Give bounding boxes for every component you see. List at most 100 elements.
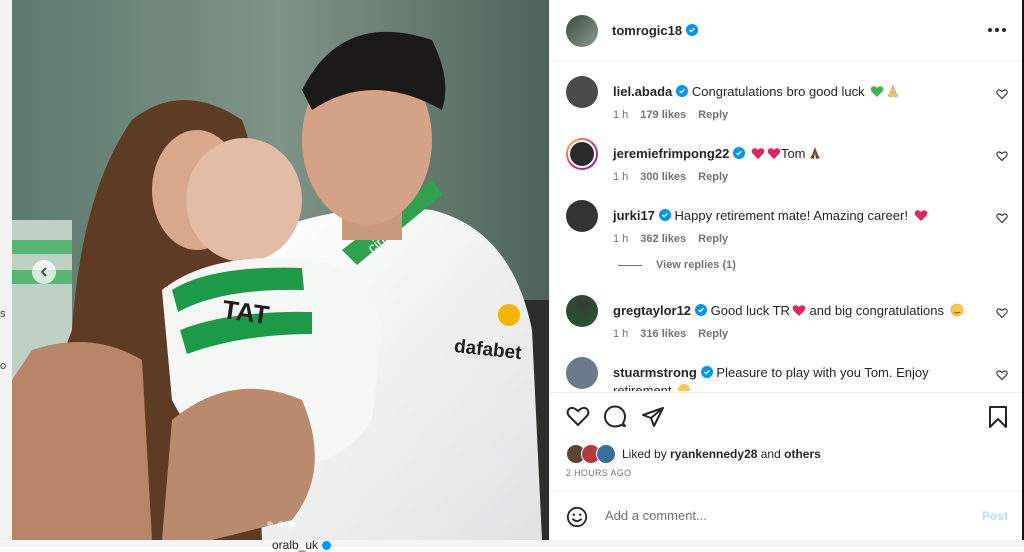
verified-badge-icon bbox=[658, 209, 671, 221]
reply-button[interactable]: Reply bbox=[698, 233, 728, 245]
comment-time[interactable]: 1 h bbox=[613, 171, 628, 183]
comment-time[interactable]: 1 h bbox=[613, 109, 628, 121]
comment-like-heart-icon[interactable] bbox=[996, 88, 1008, 100]
reply-button[interactable]: Reply bbox=[698, 171, 728, 183]
avatar[interactable] bbox=[566, 76, 598, 108]
post-image[interactable]: cinch dafabet TAT bbox=[12, 0, 549, 540]
comment-text: Tom bbox=[780, 146, 806, 161]
comment-time[interactable]: 1 h bbox=[613, 233, 628, 245]
comment-like-heart-icon[interactable] bbox=[996, 150, 1008, 162]
hugging-face-icon bbox=[678, 384, 691, 391]
comment-username[interactable]: jeremiefrimpong22 bbox=[613, 146, 729, 161]
comment-username[interactable]: gregtaylor12 bbox=[613, 303, 691, 318]
liked-by-middle: and bbox=[757, 447, 785, 461]
verified-badge-icon bbox=[322, 541, 332, 551]
comment-text: Congratulations bro good luck bbox=[691, 84, 869, 99]
background-text: s bbox=[0, 308, 6, 320]
carousel-prev-button[interactable] bbox=[32, 260, 56, 284]
comment-time[interactable]: 1 h bbox=[613, 328, 628, 340]
bookmark-icon[interactable] bbox=[988, 405, 1008, 429]
comment-like-heart-icon[interactable] bbox=[996, 369, 1008, 381]
folded-hands-icon bbox=[887, 84, 899, 98]
comment-likes[interactable]: 179 likes bbox=[640, 109, 686, 121]
comment-text: Happy retirement mate! Amazing career! bbox=[674, 208, 912, 223]
post-side-panel: tomrogic18 liel.abada Congratulations br… bbox=[549, 0, 1023, 540]
replies-divider bbox=[618, 264, 642, 266]
avatar-story-ring[interactable] bbox=[566, 138, 598, 170]
avatar[interactable] bbox=[566, 357, 598, 389]
liked-by: Liked by ryankennedy28 and others bbox=[566, 444, 821, 464]
verified-badge-icon bbox=[700, 366, 713, 378]
comment-like-heart-icon[interactable] bbox=[996, 307, 1008, 319]
carousel-indicator bbox=[267, 521, 295, 527]
comment-meta: 1 h 179 likes Reply bbox=[613, 109, 728, 121]
red-heart-icon bbox=[767, 148, 781, 159]
post-comment-button[interactable]: Post bbox=[982, 509, 1008, 523]
comment-body: gregtaylor12 Good luck TR and big congra… bbox=[613, 302, 983, 320]
post-timestamp[interactable]: 2 HOURS AGO bbox=[566, 468, 631, 478]
comment-item: stuarmstrong Pleasure to play with you T… bbox=[550, 357, 1023, 391]
carousel-dot-active bbox=[289, 521, 295, 527]
comment-likes[interactable]: 316 likes bbox=[640, 328, 686, 340]
background-username-text: oralb_uk bbox=[272, 538, 319, 552]
chevron-left-icon bbox=[40, 267, 47, 277]
view-replies-button[interactable]: View replies (1) bbox=[618, 259, 736, 271]
comment-username[interactable]: stuarmstrong bbox=[613, 365, 697, 380]
comment-likes[interactable]: 362 likes bbox=[640, 233, 686, 245]
comment-username[interactable]: liel.abada bbox=[613, 84, 672, 99]
red-heart-icon bbox=[792, 305, 806, 316]
verified-badge-icon bbox=[676, 85, 689, 97]
comment-item: jeremiefrimpong22 Tom 1 h 300 likes Repl… bbox=[550, 138, 1023, 198]
liked-by-avatars[interactable] bbox=[566, 444, 616, 464]
photo-image: cinch dafabet TAT bbox=[12, 0, 549, 540]
comment-likes[interactable]: 300 likes bbox=[640, 171, 686, 183]
liked-by-others[interactable]: others bbox=[784, 447, 821, 461]
avatar bbox=[596, 444, 616, 464]
reply-button[interactable]: Reply bbox=[698, 109, 728, 121]
more-options-button[interactable] bbox=[986, 20, 1008, 40]
green-heart-icon bbox=[870, 86, 884, 97]
comment-username[interactable]: jurki17 bbox=[613, 208, 655, 223]
carousel-dot bbox=[267, 521, 273, 527]
carousel-dot bbox=[278, 521, 284, 527]
avatar[interactable] bbox=[566, 295, 598, 327]
post-author[interactable]: tomrogic18 bbox=[612, 23, 699, 38]
avatar[interactable] bbox=[566, 15, 598, 47]
comment-body: stuarmstrong Pleasure to play with you T… bbox=[613, 364, 983, 391]
verified-badge-icon bbox=[686, 24, 699, 36]
post-actions-bar bbox=[550, 392, 1023, 433]
avatar[interactable] bbox=[566, 200, 598, 232]
more-dot-icon bbox=[995, 28, 999, 32]
background-page-edge bbox=[0, 0, 12, 547]
more-dot-icon bbox=[1002, 28, 1006, 32]
emoji-icon[interactable] bbox=[566, 506, 588, 528]
post-header: tomrogic18 bbox=[550, 0, 1023, 61]
bottom-background bbox=[0, 540, 1024, 547]
comment-item: liel.abada Congratulations bro good luck… bbox=[550, 76, 1023, 136]
comment-icon[interactable] bbox=[603, 405, 627, 429]
liked-by-prefix: Liked by bbox=[622, 447, 671, 461]
background-text: o bbox=[0, 360, 7, 372]
post-author-username[interactable]: tomrogic18 bbox=[612, 23, 682, 38]
verified-badge-icon bbox=[733, 147, 746, 159]
comment-body: liel.abada Congratulations bro good luck bbox=[613, 83, 983, 101]
verified-badge-icon bbox=[695, 304, 708, 316]
add-comment-bar: Post bbox=[550, 491, 1023, 541]
view-replies-label: View replies (1) bbox=[656, 259, 736, 271]
comment-meta: 1 h 362 likes Reply bbox=[613, 233, 728, 245]
clapping-face-icon bbox=[950, 303, 963, 317]
comment-input[interactable] bbox=[603, 507, 967, 524]
heart-icon[interactable] bbox=[566, 405, 590, 427]
red-heart-icon bbox=[751, 148, 765, 159]
red-heart-icon bbox=[914, 210, 927, 221]
comment-text-continued: and big congratulations bbox=[805, 303, 948, 318]
comment-body: jeremiefrimpong22 Tom bbox=[613, 145, 983, 163]
liked-by-user[interactable]: ryankennedy28 bbox=[670, 447, 757, 461]
share-icon[interactable] bbox=[641, 405, 665, 429]
comment-like-heart-icon[interactable] bbox=[996, 212, 1008, 224]
reply-button[interactable]: Reply bbox=[698, 328, 728, 340]
liked-by-text: Liked by ryankennedy28 and others bbox=[622, 447, 821, 461]
folded-hands-icon bbox=[809, 147, 820, 159]
comment-text: Good luck TR bbox=[710, 303, 790, 318]
comment-meta: 1 h 300 likes Reply bbox=[613, 171, 728, 183]
